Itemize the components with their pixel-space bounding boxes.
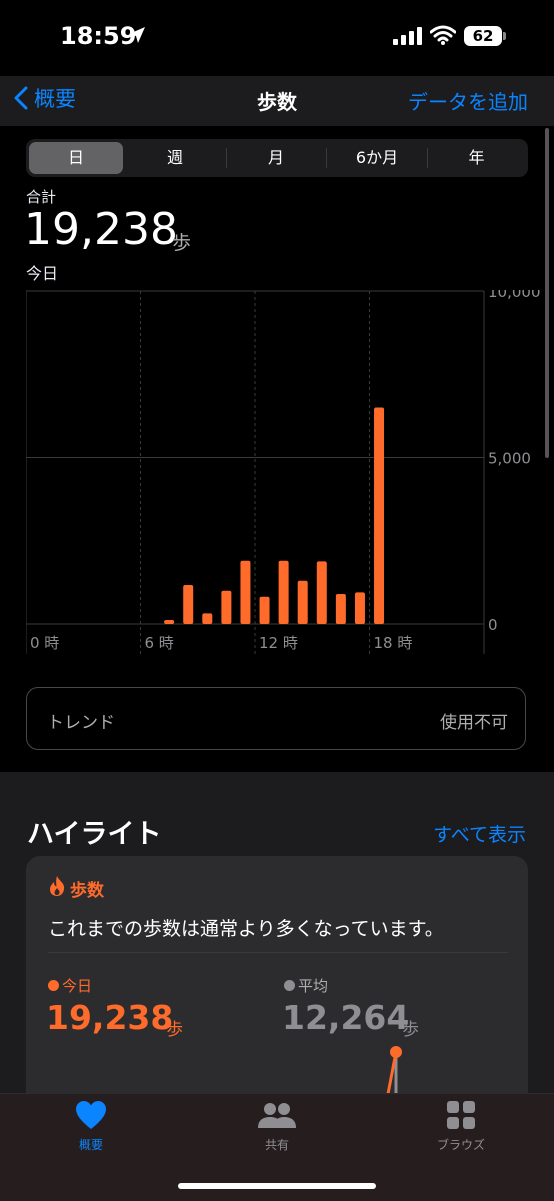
home-indicator [178, 1183, 376, 1189]
y-tick-label: 10,000 [488, 290, 541, 301]
chart-bar [316, 561, 327, 624]
date-label: 今日 [26, 264, 59, 283]
today-steps-value: 19,238 [46, 998, 174, 1037]
tab-sharing[interactable]: 共有 [217, 1100, 337, 1153]
chart-bar [202, 613, 213, 624]
segment-week[interactable]: 週 [126, 142, 224, 174]
trend-value: 使用不可 [440, 713, 508, 733]
chart-bar [164, 620, 175, 624]
segment-month[interactable]: 月 [227, 142, 325, 174]
comparison-mini-chart [386, 1046, 402, 1094]
average-dot-icon [284, 980, 295, 991]
highlights-title: ハイライト [27, 819, 162, 850]
total-steps-value: 19,238 [24, 204, 178, 255]
y-tick-label: 0 [488, 616, 498, 634]
x-tick-label: 0 時 [30, 634, 59, 652]
highlight-category: 歩数 [70, 881, 104, 901]
heart-icon [76, 1101, 106, 1129]
chart-bar [354, 592, 365, 624]
chart-bar [335, 594, 346, 624]
status-time: 18:59 [60, 22, 137, 50]
y-tick-label: 5,000 [488, 450, 531, 468]
show-all-link[interactable]: すべて表示 [433, 820, 526, 847]
battery-nub [503, 32, 506, 40]
battery-indicator: 62 [464, 26, 502, 46]
tab-summary[interactable]: 概要 [31, 1100, 151, 1153]
chart-bar [259, 596, 270, 624]
chart-bar [297, 580, 308, 624]
cellular-signal-icon [393, 27, 422, 45]
segment-year[interactable]: 年 [428, 142, 525, 174]
today-steps-unit: 歩 [166, 1020, 183, 1040]
tab-label: 概要 [78, 1138, 103, 1152]
chart-bar [374, 407, 385, 624]
x-tick-label: 12 時 [259, 634, 298, 652]
location-arrow-icon [129, 27, 145, 43]
tab-browse[interactable]: ブラウズ [401, 1100, 521, 1153]
today-dot-icon [48, 980, 59, 991]
x-tick-label: 18 時 [374, 634, 413, 652]
total-steps-unit: 歩 [172, 232, 192, 254]
tab-label: ブラウズ [436, 1138, 485, 1152]
trend-label: トレンド [47, 713, 115, 733]
chart-bar [278, 560, 289, 624]
wifi-icon [430, 25, 456, 45]
highlight-text: これまでの歩数は通常より多くなっています。 [48, 918, 444, 940]
tab-label: 共有 [264, 1138, 289, 1152]
today-label: 今日 [62, 977, 93, 995]
chart-bar [183, 585, 194, 624]
average-steps-unit: 歩 [402, 1020, 419, 1040]
hourly-steps-chart[interactable]: 0 時 6 時 12 時 18 時 10,000 5,000 0 [26, 290, 554, 654]
segment-day[interactable]: 日 [29, 142, 123, 174]
average-label: 平均 [298, 977, 329, 995]
people-icon [258, 1103, 296, 1128]
period-segmented-control: 日 週 月 6か月 年 [26, 139, 528, 177]
chart-bar [240, 560, 251, 624]
divider [48, 952, 508, 953]
flame-icon [50, 876, 65, 896]
segment-six-months[interactable]: 6か月 [327, 142, 427, 174]
chart-bar [221, 590, 232, 624]
grid-icon [447, 1101, 475, 1129]
add-data-button[interactable]: データを追加 [408, 86, 528, 115]
average-steps-value: 12,264 [282, 998, 410, 1037]
x-tick-label: 6 時 [145, 634, 174, 652]
